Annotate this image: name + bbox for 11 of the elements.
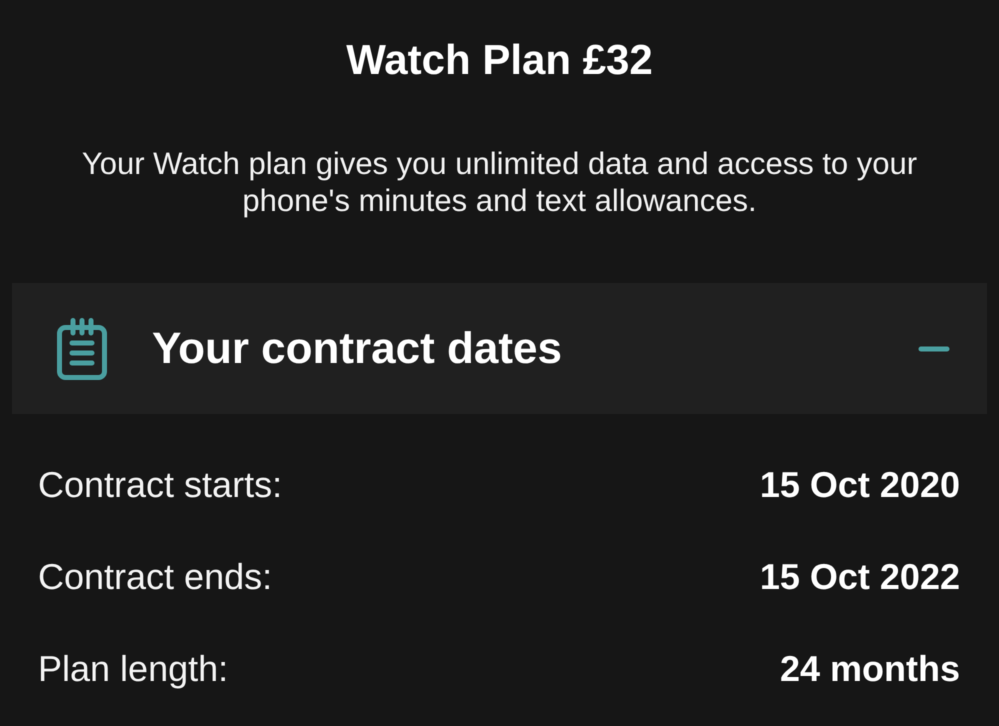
detail-value: 24 months	[780, 647, 960, 691]
detail-label: Contract starts:	[38, 463, 282, 507]
section-title: Your contract dates	[152, 322, 563, 374]
plan-description: Your Watch plan gives you unlimited data and access to your phone's minutes and text allowances.	[80, 145, 918, 219]
detail-label: Plan length:	[38, 647, 228, 691]
page-title: Watch Plan £32	[346, 35, 653, 85]
accordion-header[interactable]: Your contract dates	[12, 283, 987, 414]
detail-value: 15 Oct 2022	[760, 555, 960, 599]
detail-label: Contract ends:	[38, 555, 272, 599]
detail-value: 15 Oct 2020	[760, 463, 960, 507]
notepad-icon	[56, 318, 108, 380]
